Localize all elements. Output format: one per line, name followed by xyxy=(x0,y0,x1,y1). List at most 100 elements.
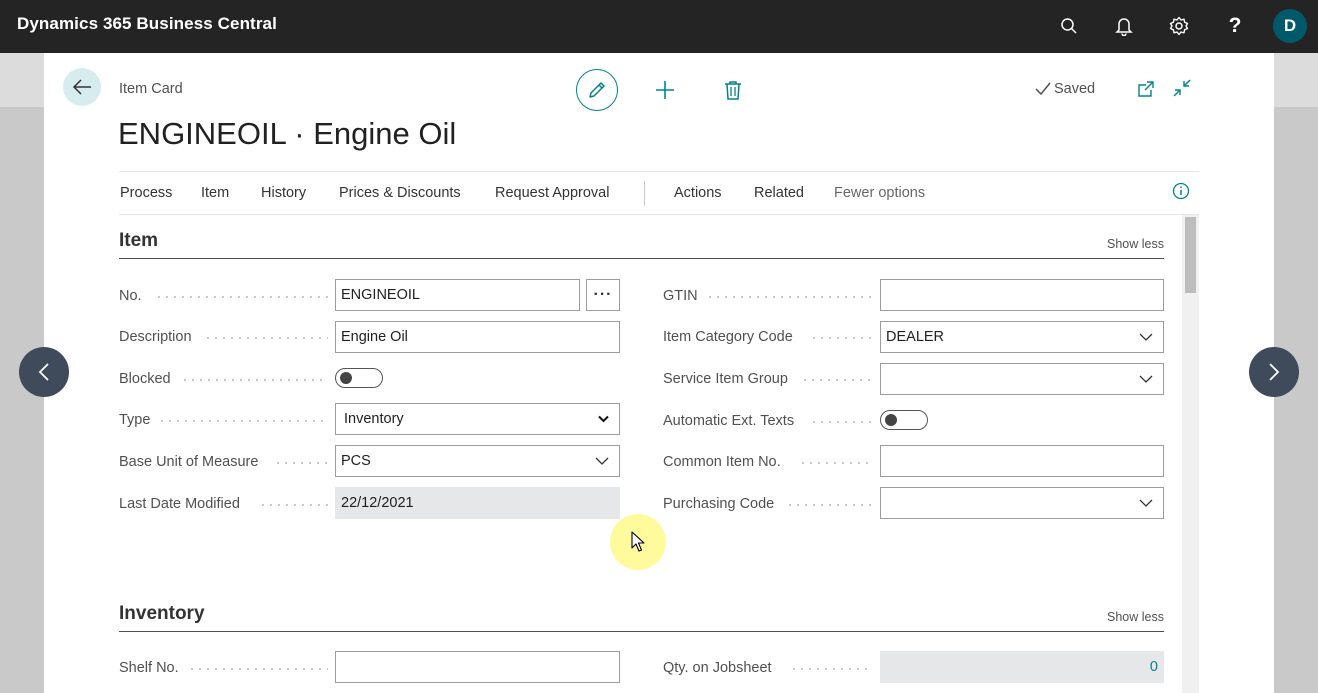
gear-icon[interactable] xyxy=(1165,12,1193,40)
menu-prices-discounts[interactable]: Prices & Discounts xyxy=(339,185,461,201)
chevron-down-icon xyxy=(1139,375,1153,383)
common-item-no-label: Common Item No. xyxy=(663,454,781,470)
blocked-leader-dots xyxy=(181,379,328,381)
last-modified-label: Last Date Modified xyxy=(119,496,240,512)
inventory-show-less-link[interactable]: Show less xyxy=(1107,610,1164,624)
auto-ext-texts-toggle[interactable] xyxy=(880,410,928,430)
page-title: ENGINEOIL · Engine Oil xyxy=(118,116,457,151)
menu-history[interactable]: History xyxy=(261,185,306,201)
last-modified-leader-dots xyxy=(259,504,328,506)
plus-icon xyxy=(656,81,674,99)
open-new-window-button[interactable] xyxy=(1136,79,1156,99)
menu-request-approval[interactable]: Request Approval xyxy=(495,185,609,201)
auto-ext-texts-toggle-knob xyxy=(885,414,897,426)
shelf-no-label: Shelf No. xyxy=(119,660,179,676)
item-card: Item Card ENGINEOIL · Engine Oil Saved P… xyxy=(44,53,1274,693)
menu-separator xyxy=(644,181,645,206)
gtin-leader-dots xyxy=(706,296,872,298)
common-item-no-leader-dots xyxy=(799,462,872,464)
item-category-leader-dots xyxy=(810,337,872,339)
bell-icon[interactable] xyxy=(1110,12,1138,40)
no-field[interactable]: ENGINEOIL xyxy=(335,279,580,311)
item-category-value: DEALER xyxy=(886,329,945,345)
type-select-value: Inventory xyxy=(344,411,404,427)
gtin-label: GTIN xyxy=(663,288,698,304)
service-group-field[interactable] xyxy=(880,363,1164,395)
item-show-less-link[interactable]: Show less xyxy=(1107,237,1164,251)
qty-jobsheet-field[interactable]: 0 xyxy=(880,651,1164,683)
chevron-right-icon xyxy=(1269,363,1280,381)
chevron-down-icon xyxy=(598,415,609,423)
open-new-window-icon xyxy=(1138,81,1154,97)
description-field[interactable]: Engine Oil xyxy=(335,321,620,353)
checkmark-icon xyxy=(1035,82,1051,96)
background-band-right xyxy=(1274,53,1318,107)
menu-actions[interactable]: Actions xyxy=(674,185,722,201)
description-label: Description xyxy=(119,329,192,345)
item-section-header: Item Show less xyxy=(119,215,1164,259)
back-arrow-icon xyxy=(72,79,91,95)
next-record-button[interactable] xyxy=(1249,347,1299,397)
service-group-label: Service Item Group xyxy=(663,371,788,387)
search-icon[interactable] xyxy=(1055,12,1083,40)
type-select[interactable]: Inventory xyxy=(335,403,620,435)
avatar[interactable]: D xyxy=(1273,9,1307,43)
help-icon[interactable]: ? xyxy=(1221,12,1249,40)
type-label: Type xyxy=(119,412,151,428)
chevron-down-icon xyxy=(595,457,609,465)
blocked-toggle[interactable] xyxy=(335,368,383,388)
purchasing-code-label: Purchasing Code xyxy=(663,496,775,512)
base-uom-field[interactable]: PCS xyxy=(335,445,620,477)
collapse-icon xyxy=(1173,79,1191,97)
blocked-label: Blocked xyxy=(119,371,171,387)
scrollbar-thumb[interactable] xyxy=(1185,217,1196,293)
info-icon[interactable] xyxy=(1172,182,1190,205)
background-band-left xyxy=(0,53,44,107)
type-leader-dots xyxy=(158,420,328,422)
base-uom-value: PCS xyxy=(341,453,371,469)
page-caption: Item Card xyxy=(119,81,183,97)
shelf-no-field[interactable] xyxy=(335,651,620,683)
gtin-field[interactable] xyxy=(880,279,1164,311)
action-bar: Process Item History Prices & Discounts … xyxy=(119,171,1199,215)
shelf-no-leader-dots xyxy=(188,668,328,670)
menu-related[interactable]: Related xyxy=(754,185,804,201)
back-button[interactable] xyxy=(63,68,101,106)
inventory-section-header: Inventory Show less xyxy=(119,588,1164,632)
last-modified-field: 22/12/2021 xyxy=(335,487,620,519)
menu-process[interactable]: Process xyxy=(120,185,172,201)
auto-ext-texts-leader-dots xyxy=(810,421,872,423)
qty-jobsheet-label: Qty. on Jobsheet xyxy=(663,660,772,676)
saved-label: Saved xyxy=(1054,81,1096,97)
no-leader-dots xyxy=(155,296,328,298)
base-uom-leader-dots xyxy=(274,462,328,464)
saved-status: Saved xyxy=(1035,81,1095,97)
inventory-section-title[interactable]: Inventory xyxy=(119,603,205,625)
chevron-left-icon xyxy=(38,363,49,381)
previous-record-button[interactable] xyxy=(19,347,69,397)
mouse-cursor-icon xyxy=(631,531,645,552)
edit-button[interactable] xyxy=(576,69,618,111)
no-label: No. xyxy=(119,288,142,304)
trash-icon xyxy=(725,81,741,100)
item-section-title[interactable]: Item xyxy=(119,230,158,252)
common-item-no-field[interactable] xyxy=(880,445,1164,477)
app-title[interactable]: Dynamics 365 Business Central xyxy=(17,14,277,34)
chevron-down-icon xyxy=(1139,499,1153,507)
menu-fewer-options[interactable]: Fewer options xyxy=(834,185,925,201)
new-button[interactable] xyxy=(654,78,676,102)
purchasing-code-field[interactable] xyxy=(880,487,1164,519)
auto-ext-texts-label: Automatic Ext. Texts xyxy=(663,413,795,429)
delete-button[interactable] xyxy=(723,79,743,101)
no-lookup-button[interactable]: ··· xyxy=(586,279,620,311)
blocked-toggle-knob xyxy=(340,372,352,384)
description-leader-dots xyxy=(204,337,328,339)
collapse-button[interactable] xyxy=(1172,78,1192,98)
top-bar: Dynamics 365 Business Central ? D xyxy=(0,0,1318,53)
item-category-field[interactable]: DEALER xyxy=(880,321,1164,353)
service-group-leader-dots xyxy=(801,379,872,381)
purchasing-code-leader-dots xyxy=(786,504,872,506)
item-category-label: Item Category Code xyxy=(663,329,793,345)
menu-item[interactable]: Item xyxy=(201,185,229,201)
chevron-down-icon xyxy=(1139,333,1153,341)
